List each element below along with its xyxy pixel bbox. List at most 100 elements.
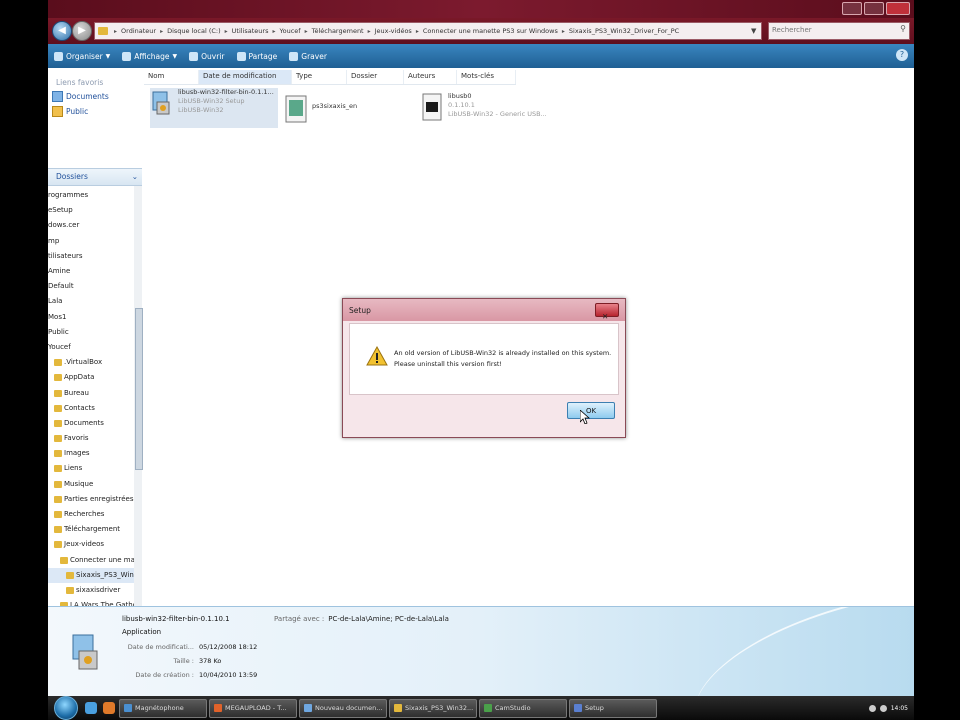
tree-item[interactable]: sixaxisdriver <box>48 583 134 598</box>
tree-item[interactable]: eSetup <box>48 203 134 218</box>
dialog-title: Setup <box>349 306 371 315</box>
views-label: Affichage <box>134 51 170 61</box>
tree-item[interactable]: Favoris <box>48 431 134 446</box>
tree-item[interactable]: Bureau <box>48 385 134 400</box>
tree-item[interactable]: Default <box>48 279 134 294</box>
back-button[interactable]: ◀ <box>52 21 72 41</box>
maximize-button[interactable] <box>864 2 884 15</box>
breadcrumb-separator-icon[interactable]: ▸ <box>414 28 421 35</box>
tree-item[interactable]: Amine <box>48 264 134 279</box>
burn-button[interactable]: Graver <box>283 51 333 61</box>
network-icon[interactable] <box>868 704 876 712</box>
help-icon[interactable]: ? <box>896 49 908 61</box>
breadcrumb-separator-icon[interactable]: ▸ <box>158 28 165 35</box>
tree-item[interactable]: Images <box>48 446 134 461</box>
clock[interactable]: 14:05 <box>891 705 908 712</box>
forward-button[interactable]: ▶ <box>72 21 92 41</box>
share-button[interactable]: Partage <box>231 51 284 61</box>
tree-item[interactable]: LA Wars The Gather <box>48 598 134 606</box>
breadcrumb-item[interactable]: Youcef <box>277 27 302 35</box>
column-header[interactable]: Type <box>292 70 347 84</box>
taskbar-button[interactable]: Setup <box>569 698 657 718</box>
tree-item[interactable]: mp <box>48 234 134 249</box>
tree-item-label: Liens <box>64 464 83 473</box>
breadcrumb-separator-icon[interactable]: ▸ <box>270 28 277 35</box>
breadcrumb-item[interactable]: Sixaxis_PS3_Win32_Driver_For_PC <box>567 27 681 35</box>
breadcrumb-separator-icon[interactable]: ▸ <box>366 28 373 35</box>
tree-item[interactable]: Mos1 <box>48 310 134 325</box>
firefox-icon[interactable] <box>103 702 115 714</box>
scrollbar-thumb[interactable] <box>135 308 143 470</box>
tree-item[interactable]: .VirtualBox <box>48 355 134 370</box>
favorite-public[interactable]: Public <box>48 102 144 117</box>
detail-value: 05/12/2008 18:12 <box>199 643 258 651</box>
file-description: LibUSB-Win32 Setup <box>178 97 245 105</box>
chevron-down-icon: ⌄ <box>131 172 138 181</box>
column-header[interactable]: Nom <box>144 70 199 84</box>
tree-scrollbar[interactable] <box>134 186 143 606</box>
column-header[interactable]: Auteurs <box>404 70 457 84</box>
tree-item[interactable]: Téléchargement <box>48 522 134 537</box>
start-button[interactable] <box>54 696 78 720</box>
column-header[interactable]: Date de modification <box>199 70 292 84</box>
volume-icon[interactable] <box>879 704 887 712</box>
file-item-ps3sixaxis[interactable]: ps3sixaxis_en <box>284 94 394 128</box>
window-title-bar[interactable] <box>48 0 914 18</box>
breadcrumb-separator-icon[interactable]: ▸ <box>223 28 230 35</box>
taskbar-button[interactable]: Magnétophone <box>119 698 207 718</box>
breadcrumb-item[interactable]: Jeux-vidéos <box>373 27 414 35</box>
search-box[interactable]: ⚲ <box>768 22 910 40</box>
breadcrumb-item[interactable]: Disque local (C:) <box>165 27 223 35</box>
address-bar[interactable]: ▸ Ordinateur ▸ Disque local (C:) ▸ Utilisateu… <box>94 22 762 40</box>
tree-item[interactable]: Jeux-videos <box>48 537 134 552</box>
tree-item[interactable]: Connecter une man <box>48 553 134 568</box>
minimize-button[interactable] <box>842 2 862 15</box>
dialog-close-button[interactable]: ✕ <box>595 303 619 321</box>
tree-item[interactable]: Documents <box>48 416 134 431</box>
column-header[interactable]: Dossier <box>347 70 404 84</box>
file-item-libusb0[interactable]: libusb0 0.1.10.1 LibUSB-Win32 - Generic … <box>420 92 570 128</box>
breadcrumb-item[interactable]: Ordinateur <box>119 27 158 35</box>
breadcrumb-separator-icon[interactable]: ▸ <box>112 28 119 35</box>
tree-item[interactable]: dows.cer <box>48 218 134 233</box>
search-input[interactable] <box>769 23 892 37</box>
breadcrumb-item[interactable]: Utilisateurs <box>230 27 271 35</box>
tree-item[interactable]: Musique <box>48 477 134 492</box>
tree-item[interactable]: Youcef <box>48 340 134 355</box>
breadcrumb-separator-icon[interactable]: ▸ <box>303 28 310 35</box>
tree-item[interactable]: Sixaxis_PS3_Win32 <box>48 567 134 583</box>
close-button[interactable] <box>886 2 910 15</box>
column-header[interactable]: Mots-clés <box>457 70 516 84</box>
taskbar-button-label: Sixaxis_PS3_Win32... <box>405 704 474 712</box>
tree-item[interactable]: Contacts <box>48 401 134 416</box>
ok-button[interactable]: OK <box>567 402 615 419</box>
open-button[interactable]: Ouvrir <box>183 51 230 61</box>
task-buttons: Magnétophone MEGAUPLOAD - T... Nouveau doc… <box>118 698 658 718</box>
command-toolbar: Organiser ▼ Affichage ▼ Ouvrir Partage Gra… <box>48 44 914 69</box>
tree-item[interactable]: tilisateurs <box>48 249 134 264</box>
tree-item[interactable]: Public <box>48 325 134 340</box>
breadcrumb-item[interactable]: Connecter une manette PS3 sur Windows <box>421 27 560 35</box>
breadcrumb-item[interactable]: Téléchargement <box>310 27 366 35</box>
details-pane: libusb-win32-filter-bin-0.1.10.1 Applica… <box>48 606 914 697</box>
favorite-documents[interactable]: Documents <box>48 87 144 102</box>
dialog-title-bar[interactable]: Setup ✕ <box>343 299 625 321</box>
views-button[interactable]: Affichage ▼ <box>116 51 183 61</box>
taskbar-button[interactable]: Nouveau documen... <box>299 698 387 718</box>
tree-item[interactable]: Recherches <box>48 507 134 522</box>
taskbar-button[interactable]: Sixaxis_PS3_Win32... <box>389 698 477 718</box>
breadcrumb-separator-icon[interactable]: ▸ <box>560 28 567 35</box>
taskbar-button[interactable]: CamStudio <box>479 698 567 718</box>
tree-item[interactable]: AppData <box>48 370 134 385</box>
tree-item[interactable]: rogrammes <box>48 188 134 203</box>
tree-item[interactable]: Lala <box>48 294 134 309</box>
taskbar-button[interactable]: MEGAUPLOAD - T... <box>209 698 297 718</box>
folders-header[interactable]: Dossiers ⌄ <box>48 168 142 186</box>
show-desktop-icon[interactable] <box>85 702 97 714</box>
file-item-libusb-setup[interactable]: libusb-win32-filter-bin-0.1.1... LibUSB-… <box>150 88 278 128</box>
tree-item[interactable]: Parties enregistrées <box>48 492 134 507</box>
chevron-down-icon[interactable]: ▼ <box>751 27 761 35</box>
search-icon[interactable]: ⚲ <box>900 24 906 33</box>
tree-item[interactable]: Liens <box>48 461 134 476</box>
organize-button[interactable]: Organiser ▼ <box>48 51 116 61</box>
